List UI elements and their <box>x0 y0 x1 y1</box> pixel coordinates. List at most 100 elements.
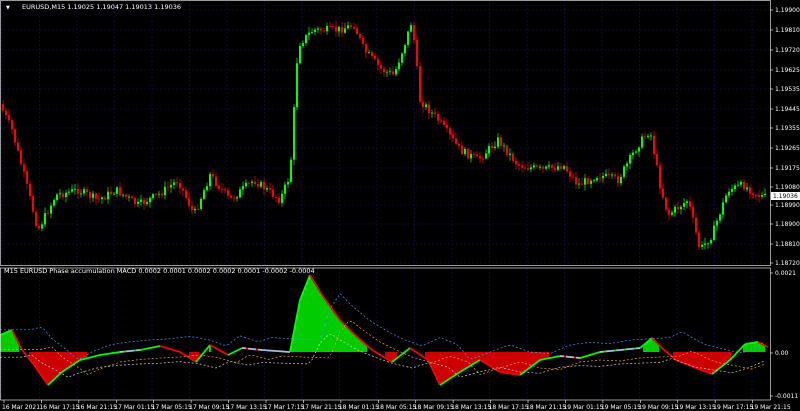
candle-body <box>518 164 520 166</box>
candle-body <box>392 71 394 75</box>
macd-line <box>187 356 191 360</box>
candle-body <box>89 192 91 198</box>
candle-body <box>605 173 607 177</box>
macd-line <box>231 351 235 354</box>
current-price-label: 1.19036 <box>773 193 798 200</box>
macd-line <box>5 330 9 334</box>
macd-line <box>63 368 67 372</box>
candle-body <box>578 183 580 185</box>
macd-line <box>183 353 187 357</box>
candle-body <box>257 183 259 187</box>
macd-line <box>595 351 599 355</box>
candle-body <box>707 243 709 245</box>
macd-line <box>65 367 69 371</box>
candle-body <box>383 68 385 73</box>
candle-body <box>71 189 73 192</box>
time-label: 17 Mar 13:15 <box>227 404 267 411</box>
candle-body <box>674 206 676 213</box>
candle-body <box>20 150 22 165</box>
time-label: 19 Mar 17:15 <box>713 404 753 411</box>
candle-body <box>146 202 148 204</box>
candle-body <box>347 25 349 29</box>
macd-line <box>581 355 585 359</box>
macd-line <box>495 368 499 372</box>
time-label: 18 Mar 05:15 <box>376 404 416 411</box>
macd-line <box>699 368 703 372</box>
candle-body <box>548 165 550 167</box>
time-label: 16 Mar 17:15 <box>39 404 79 411</box>
macd-line <box>727 359 731 363</box>
candle-body <box>95 193 97 199</box>
macd-line <box>67 365 71 369</box>
candle-body <box>695 217 697 233</box>
candle-body <box>662 188 664 198</box>
macd-line <box>479 359 483 362</box>
candle-body <box>416 39 418 67</box>
indicator-scale-label: -0.0011 <box>775 393 798 400</box>
candle-body <box>653 135 655 155</box>
candle-body <box>668 209 670 215</box>
chart-canvas[interactable]: 1.19900 1.19810 1.19720 1.19625 1.19535 1.194… <box>0 0 800 411</box>
macd-line <box>235 349 239 352</box>
candle-body <box>62 193 64 198</box>
candle-body <box>380 64 382 69</box>
candle-body <box>320 28 322 31</box>
candle-body <box>374 56 376 60</box>
candle-body <box>359 33 361 38</box>
macd-line <box>647 338 651 343</box>
macd-line <box>733 352 737 357</box>
candle-body <box>461 145 463 155</box>
macd-line <box>387 358 391 362</box>
candle-body <box>656 154 658 166</box>
dropdown-icon[interactable]: ▼ <box>6 5 10 11</box>
macd-line <box>173 349 177 352</box>
macd-line <box>377 352 381 356</box>
candle-body <box>8 115 10 121</box>
candle-body <box>56 194 58 201</box>
macd-line <box>587 354 591 357</box>
candle-body <box>587 178 589 184</box>
macd-line <box>77 359 81 363</box>
candle-body <box>497 137 499 147</box>
candle-body <box>245 182 247 187</box>
macd-line <box>163 346 167 349</box>
macd-line <box>171 348 175 352</box>
candle-body <box>410 25 412 32</box>
candle-body <box>467 148 469 159</box>
macd-line <box>765 345 769 348</box>
candle-body <box>689 201 691 207</box>
macd-line <box>659 345 663 349</box>
macd-line <box>535 360 539 364</box>
macd-line <box>697 367 701 371</box>
macd-line <box>393 358 397 362</box>
macd-line <box>383 356 387 360</box>
price-label: 1.19900 <box>775 7 800 14</box>
candle-body <box>284 184 286 194</box>
candle-body <box>317 28 319 30</box>
macd-line <box>421 355 425 359</box>
candle-body <box>341 27 343 33</box>
candle-body <box>125 194 127 197</box>
price-axis: 1.19900 1.19810 1.19720 1.19625 1.19535 1.194… <box>770 7 800 267</box>
macd-line <box>237 348 241 351</box>
macd-line <box>223 351 227 355</box>
price-label: 1.18810 <box>775 241 800 248</box>
macd-line <box>705 370 709 374</box>
candle-body <box>77 188 79 194</box>
candle-body <box>113 193 115 195</box>
macd-line <box>79 358 83 361</box>
price-label: 1.19265 <box>775 145 800 152</box>
candle-body <box>386 71 388 73</box>
candle-body <box>635 151 637 153</box>
macd-line <box>239 347 243 350</box>
macd-line <box>87 356 91 359</box>
candle-body <box>680 206 682 210</box>
macd-line <box>215 347 219 351</box>
time-label: 17 Mar 01:15 <box>114 404 154 411</box>
candle-body <box>158 193 160 195</box>
macd-line <box>97 354 101 357</box>
macd-line <box>69 364 73 368</box>
candle-body <box>134 198 136 204</box>
candle-body <box>545 166 547 169</box>
candle-body <box>332 26 334 27</box>
